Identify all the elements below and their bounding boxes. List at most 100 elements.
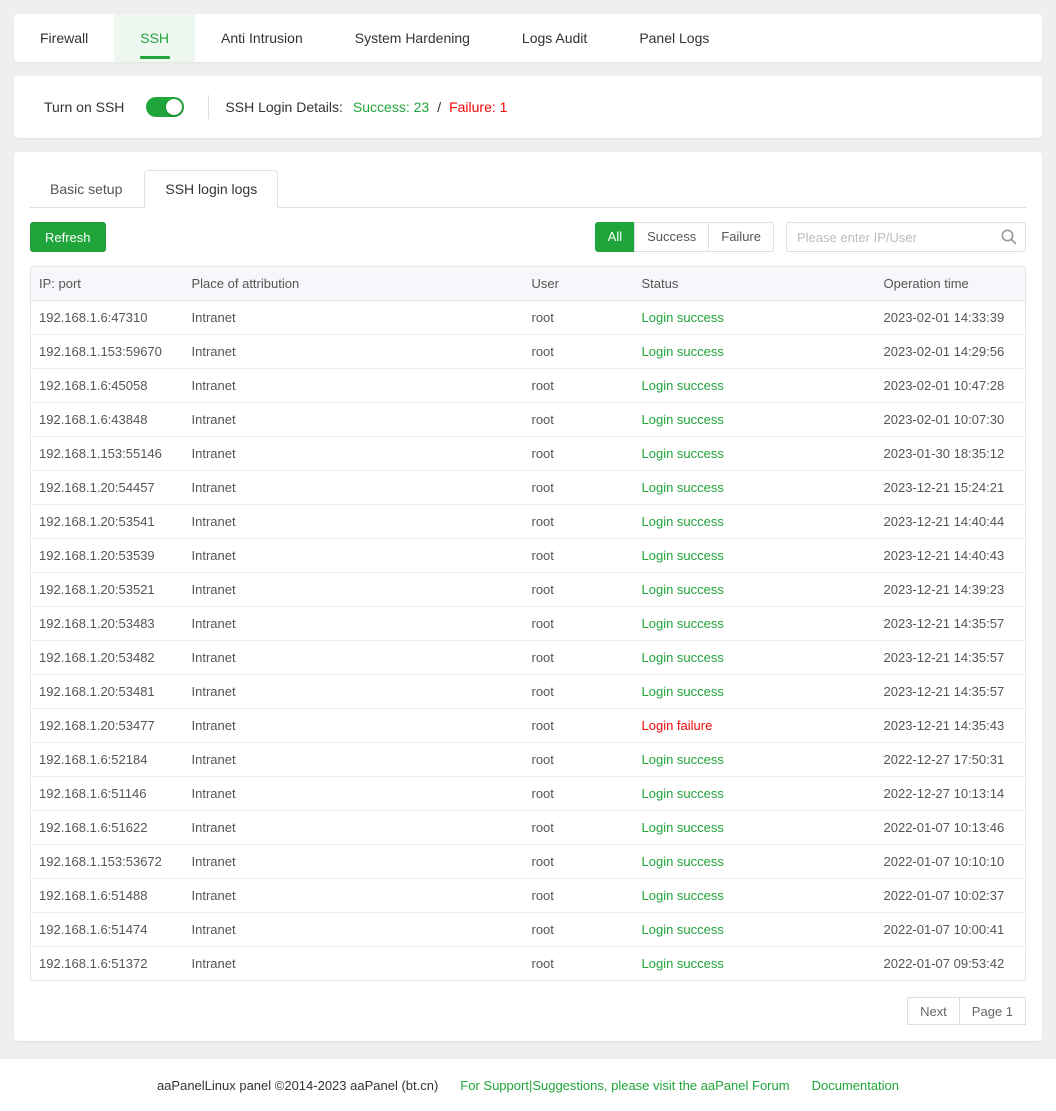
ssh-status-panel: Turn on SSH SSH Login Details: Success: …	[14, 76, 1042, 138]
table-row: 192.168.1.20:53477IntranetrootLogin fail…	[31, 709, 1026, 743]
cell-user: root	[524, 743, 634, 777]
documentation-link[interactable]: Documentation	[812, 1078, 899, 1093]
cell-status: Login success	[634, 641, 876, 675]
cell-place: Intranet	[184, 675, 524, 709]
divider	[208, 95, 209, 119]
search-input[interactable]	[786, 222, 1026, 252]
cell-status: Login failure	[634, 709, 876, 743]
cell-ip: 192.168.1.6:51622	[31, 811, 184, 845]
copyright-text: aaPanelLinux panel ©2014-2023 aaPanel (b…	[157, 1078, 438, 1093]
footer: aaPanelLinux panel ©2014-2023 aaPanel (b…	[0, 1059, 1056, 1111]
cell-time: 2023-02-01 10:07:30	[876, 403, 1026, 437]
separator: /	[437, 99, 441, 115]
table-body: 192.168.1.6:47310IntranetrootLogin succe…	[31, 301, 1026, 981]
cell-ip: 192.168.1.20:54457	[31, 471, 184, 505]
filter-all-button[interactable]: All	[595, 222, 635, 252]
filter-failure-button[interactable]: Failure	[708, 222, 774, 252]
cell-status: Login success	[634, 437, 876, 471]
tab-ssh[interactable]: SSH	[114, 14, 195, 62]
cell-ip: 192.168.1.153:53672	[31, 845, 184, 879]
cell-time: 2023-01-30 18:35:12	[876, 437, 1026, 471]
cell-status: Login success	[634, 335, 876, 369]
cell-status: Login success	[634, 539, 876, 573]
cell-ip: 192.168.1.6:51372	[31, 947, 184, 981]
cell-user: root	[524, 811, 634, 845]
cell-time: 2023-12-21 15:24:21	[876, 471, 1026, 505]
cell-ip: 192.168.1.20:53482	[31, 641, 184, 675]
cell-place: Intranet	[184, 641, 524, 675]
next-page-button[interactable]: Next	[907, 997, 960, 1025]
tab-ssh-login-logs[interactable]: SSH login logs	[144, 170, 278, 208]
cell-time: 2022-01-07 10:00:41	[876, 913, 1026, 947]
cell-place: Intranet	[184, 845, 524, 879]
cell-place: Intranet	[184, 437, 524, 471]
status-filter-group: All Success Failure	[595, 222, 774, 252]
cell-user: root	[524, 845, 634, 879]
tab-anti-intrusion[interactable]: Anti Intrusion	[195, 14, 329, 62]
col-ip-port: IP: port	[31, 267, 184, 301]
tab-panel-logs[interactable]: Panel Logs	[613, 14, 735, 62]
tab-logs-audit[interactable]: Logs Audit	[496, 14, 613, 62]
tab-basic-setup[interactable]: Basic setup	[30, 171, 142, 207]
cell-user: root	[524, 675, 634, 709]
toolbar: Refresh All Success Failure	[30, 222, 1026, 252]
cell-ip: 192.168.1.6:51488	[31, 879, 184, 913]
support-forum-link[interactable]: For Support|Suggestions, please visit th…	[460, 1078, 789, 1093]
tab-label: Firewall	[40, 30, 88, 46]
cell-time: 2023-12-21 14:35:43	[876, 709, 1026, 743]
cell-status: Login success	[634, 879, 876, 913]
cell-status: Login success	[634, 777, 876, 811]
table-row: 192.168.1.20:53539IntranetrootLogin succ…	[31, 539, 1026, 573]
tab-system-hardening[interactable]: System Hardening	[329, 14, 496, 62]
table-header: IP: port Place of attribution User Statu…	[31, 267, 1026, 301]
col-user: User	[524, 267, 634, 301]
cell-ip: 192.168.1.6:52184	[31, 743, 184, 777]
table-row: 192.168.1.6:52184IntranetrootLogin succe…	[31, 743, 1026, 777]
cell-status: Login success	[634, 845, 876, 879]
tab-firewall[interactable]: Firewall	[14, 14, 114, 62]
current-page-button[interactable]: Page 1	[959, 997, 1026, 1025]
cell-ip: 192.168.1.6:51474	[31, 913, 184, 947]
turn-on-ssh-label: Turn on SSH	[44, 99, 124, 115]
cell-place: Intranet	[184, 403, 524, 437]
cell-user: root	[524, 301, 634, 335]
cell-time: 2023-12-21 14:39:23	[876, 573, 1026, 607]
cell-place: Intranet	[184, 369, 524, 403]
success-count: Success: 23	[353, 99, 429, 115]
table-row: 192.168.1.20:54457IntranetrootLogin succ…	[31, 471, 1026, 505]
cell-status: Login success	[634, 913, 876, 947]
table-row: 192.168.1.20:53481IntranetrootLogin succ…	[31, 675, 1026, 709]
cell-place: Intranet	[184, 573, 524, 607]
cell-user: root	[524, 505, 634, 539]
cell-place: Intranet	[184, 539, 524, 573]
table-row: 192.168.1.6:51474IntranetrootLogin succe…	[31, 913, 1026, 947]
cell-status: Login success	[634, 505, 876, 539]
filter-success-button[interactable]: Success	[634, 222, 709, 252]
cell-time: 2022-12-27 10:13:14	[876, 777, 1026, 811]
failure-count: Failure: 1	[449, 99, 507, 115]
cell-status: Login success	[634, 607, 876, 641]
search-icon[interactable]	[1000, 228, 1018, 246]
cell-ip: 192.168.1.6:47310	[31, 301, 184, 335]
cell-time: 2022-01-07 10:10:10	[876, 845, 1026, 879]
cell-status: Login success	[634, 675, 876, 709]
cell-ip: 192.168.1.20:53539	[31, 539, 184, 573]
cell-ip: 192.168.1.20:53521	[31, 573, 184, 607]
cell-user: root	[524, 879, 634, 913]
cell-user: root	[524, 403, 634, 437]
refresh-button[interactable]: Refresh	[30, 222, 106, 252]
cell-time: 2023-02-01 14:29:56	[876, 335, 1026, 369]
cell-status: Login success	[634, 743, 876, 777]
cell-time: 2022-01-07 10:13:46	[876, 811, 1026, 845]
cell-place: Intranet	[184, 947, 524, 981]
search-box	[786, 222, 1026, 252]
ssh-toggle[interactable]	[146, 97, 184, 117]
cell-place: Intranet	[184, 709, 524, 743]
tab-label: System Hardening	[355, 30, 470, 46]
cell-place: Intranet	[184, 335, 524, 369]
cell-status: Login success	[634, 811, 876, 845]
table-row: 192.168.1.6:51488IntranetrootLogin succe…	[31, 879, 1026, 913]
cell-user: root	[524, 539, 634, 573]
table-row: 192.168.1.20:53541IntranetrootLogin succ…	[31, 505, 1026, 539]
cell-place: Intranet	[184, 811, 524, 845]
